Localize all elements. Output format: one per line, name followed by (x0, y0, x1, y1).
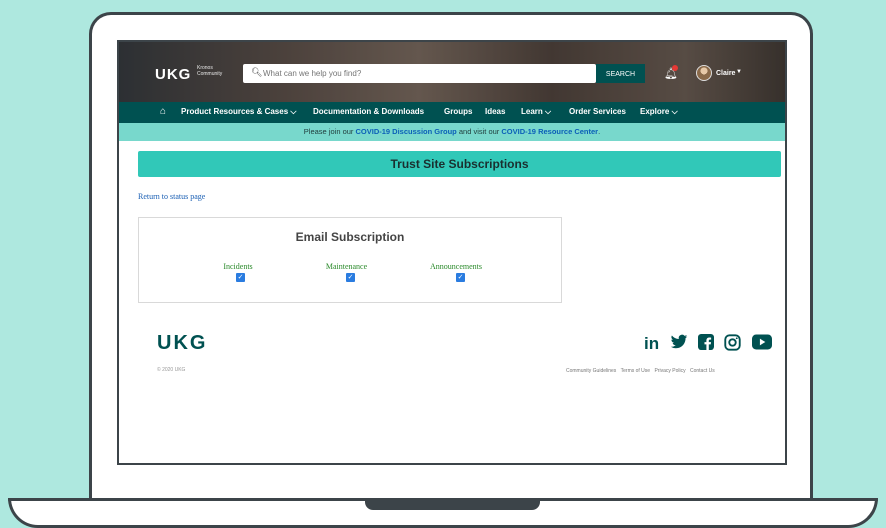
subscription-title: Email Subscription (295, 230, 405, 244)
return-to-status-link[interactable]: Return to status page (138, 192, 205, 201)
footer-logo[interactable]: UKG (157, 332, 207, 355)
maintenance-label: Maintenance (325, 262, 368, 271)
search-icon: 🔍︎ (251, 67, 263, 77)
nav-documentation[interactable]: Documentation & Downloads (313, 107, 424, 116)
search-box: 🔍︎ (243, 64, 596, 83)
search-input[interactable] (263, 66, 583, 80)
instagram-icon[interactable] (724, 334, 741, 356)
incidents-checkbox[interactable]: ✓ (236, 273, 245, 282)
notification-badge (672, 65, 678, 71)
banner-text-suffix: . (598, 127, 601, 136)
nav-explore[interactable]: Explore ⌵ (640, 107, 678, 117)
banner-text-prefix: Please join our (303, 127, 356, 136)
facebook-icon[interactable] (698, 334, 714, 355)
nav-order-services[interactable]: Order Services (569, 107, 626, 116)
laptop-screen: UKG Kronos Community 🔍︎ SEARCH 🔔︎ Claire… (117, 42, 787, 465)
footer-links: Community Guidelines Terms of Use Privac… (566, 368, 718, 374)
contact-us-link[interactable]: Contact Us (690, 368, 715, 374)
youtube-icon[interactable] (752, 334, 772, 355)
email-subscription-panel: Email Subscription Incidents ✓ Maintenan… (138, 217, 562, 303)
nav-learn[interactable]: Learn ⌵ (521, 107, 551, 117)
laptop-notch (365, 501, 540, 510)
announcements-checkbox[interactable]: ✓ (456, 273, 465, 282)
privacy-policy-link[interactable]: Privacy Policy (654, 368, 685, 374)
header-logo-subtitle: Kronos Community (197, 65, 223, 77)
user-avatar[interactable] (696, 65, 712, 81)
user-name[interactable]: Claire (716, 70, 735, 77)
incidents-label: Incidents (223, 262, 253, 271)
header-hero: UKG Kronos Community 🔍︎ SEARCH 🔔︎ Claire… (119, 42, 785, 102)
maintenance-checkbox[interactable]: ✓ (346, 273, 355, 282)
nav-product-resources[interactable]: Product Resources & Cases ⌵ (181, 107, 296, 117)
covid-resource-center-link[interactable]: COVID-19 Resource Center (501, 127, 598, 136)
covid-discussion-group-link[interactable]: COVID-19 Discussion Group (356, 127, 457, 136)
home-icon[interactable]: ⌂ (160, 106, 166, 117)
covid-banner: Please join our COVID-19 Discussion Grou… (119, 123, 785, 141)
terms-of-use-link[interactable]: Terms of Use (621, 368, 650, 374)
copyright-text: © 2020 UKG (157, 367, 186, 373)
nav-ideas[interactable]: Ideas (485, 107, 505, 116)
banner-text-middle: and visit our (456, 127, 502, 136)
main-nav: ⌂ Product Resources & Cases ⌵ Documentat… (119, 102, 785, 123)
chevron-down-icon[interactable]: ▼ (736, 69, 742, 75)
header-logo[interactable]: UKG (155, 66, 191, 83)
page-title: Trust Site Subscriptions (138, 151, 781, 177)
linkedin-icon[interactable]: in (644, 334, 659, 354)
search-button[interactable]: SEARCH (596, 64, 645, 83)
announcements-label: Announcements (430, 262, 482, 271)
community-guidelines-link[interactable]: Community Guidelines (566, 368, 616, 374)
nav-groups[interactable]: Groups (444, 107, 472, 116)
twitter-icon[interactable] (670, 334, 688, 355)
